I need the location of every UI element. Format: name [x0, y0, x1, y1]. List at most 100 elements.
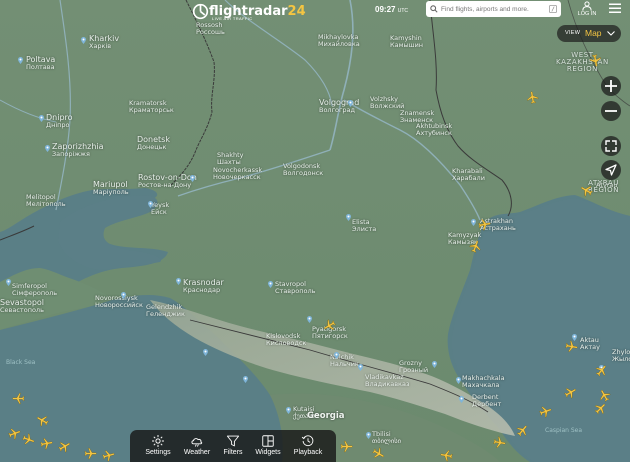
airport-pin-icon[interactable]	[346, 214, 351, 221]
aircraft-icon[interactable]	[8, 427, 21, 440]
city-label: Zaporizhzhia Запоріжжя	[52, 142, 104, 158]
airport-pin-icon[interactable]	[286, 407, 291, 414]
clock-zone: UTC	[397, 8, 408, 14]
airport-pin-icon[interactable]	[45, 145, 50, 152]
airport-pin-icon[interactable]	[268, 281, 273, 288]
aircraft-icon[interactable]	[580, 184, 593, 197]
airport-pin-icon[interactable]	[148, 201, 153, 208]
city-label: Kharabali Харабали	[452, 167, 485, 182]
aircraft-icon[interactable]	[589, 54, 602, 67]
aircraft-icon[interactable]	[323, 319, 336, 332]
aircraft-icon[interactable]	[565, 340, 578, 353]
fullscreen-button[interactable]	[601, 136, 621, 156]
widgets-icon	[262, 435, 274, 447]
aircraft-icon[interactable]	[22, 433, 35, 446]
airport-pin-icon[interactable]	[18, 57, 23, 64]
aircraft-icon[interactable]	[539, 405, 552, 418]
city-label: Volgograd Волгоград	[319, 98, 360, 114]
aircraft-icon[interactable]	[594, 402, 607, 415]
toolbar-label: Settings	[145, 449, 171, 456]
airport-pin-icon[interactable]	[334, 352, 339, 359]
airport-pin-icon[interactable]	[456, 377, 461, 384]
toolbar-label: Weather	[183, 449, 211, 456]
aircraft-icon[interactable]	[598, 389, 611, 402]
hamburger-menu-icon[interactable]	[608, 2, 622, 14]
city-label: Mariupol Маріуполь	[93, 180, 129, 196]
city-label: Shakhty Шахты	[217, 151, 244, 166]
city-label: Vladikavkaz Владикавказ	[365, 373, 410, 388]
country-label: Georgia	[307, 411, 345, 421]
logo-number: 24	[287, 3, 306, 19]
city-label: Volgodonsk Волгодонск	[283, 162, 324, 177]
login-label: LOG IN	[577, 11, 597, 17]
filter-icon	[226, 435, 240, 447]
chevron-down-icon	[607, 31, 615, 36]
airport-pin-icon[interactable]	[81, 37, 86, 44]
airport-pin-icon[interactable]	[6, 279, 11, 286]
search-input[interactable]	[441, 4, 545, 14]
settings-button[interactable]: Settings	[138, 430, 178, 462]
city-label: Tbilisi თბილისი	[372, 430, 401, 445]
aircraft-icon[interactable]	[372, 447, 385, 460]
login-button[interactable]: LOG IN	[576, 0, 598, 20]
aircraft-icon[interactable]	[12, 392, 25, 405]
city-label: Yeysk Ейск	[151, 201, 170, 216]
airport-pin-icon[interactable]	[307, 316, 312, 323]
airport-pin-icon[interactable]	[203, 349, 208, 356]
fullscreen-icon	[605, 140, 617, 152]
city-label: Novocherkassk Новочеркасск	[213, 166, 263, 181]
aircraft-icon[interactable]	[493, 436, 506, 449]
airport-pin-icon[interactable]	[366, 432, 371, 439]
aircraft-icon[interactable]	[340, 440, 353, 453]
aircraft-icon[interactable]	[469, 240, 482, 253]
airport-pin-icon[interactable]	[358, 364, 363, 371]
airport-pin-icon[interactable]	[432, 361, 437, 368]
city-label: Kramatorsk Краматорськ	[129, 99, 174, 114]
playback-icon	[301, 435, 314, 447]
airport-pin-icon[interactable]	[348, 100, 353, 107]
clock-time: 09:27	[375, 5, 396, 14]
airport-pin-icon[interactable]	[176, 278, 181, 285]
city-label: Grozny Грозный	[399, 359, 429, 374]
airport-pin-icon[interactable]	[459, 396, 464, 403]
locate-button[interactable]	[601, 160, 621, 180]
aircraft-icon[interactable]	[526, 91, 539, 104]
sea-label: Caspian Sea	[545, 427, 583, 434]
aircraft-icon[interactable]	[440, 449, 453, 462]
city-label: Melitopol Мелітополь	[26, 193, 66, 208]
aircraft-icon[interactable]	[516, 424, 529, 437]
search-box[interactable]	[426, 1, 561, 17]
airport-pin-icon[interactable]	[39, 115, 44, 122]
aircraft-icon[interactable]	[58, 440, 71, 453]
flightradar-logo[interactable]: flightradar 24 LIVE AIR TRAFFIC	[192, 1, 306, 21]
aircraft-icon[interactable]	[564, 386, 577, 399]
aircraft-icon[interactable]	[36, 414, 49, 427]
radar-icon	[192, 3, 209, 19]
widgets-button[interactable]: Widgets	[248, 430, 288, 462]
filters-button[interactable]: Filters	[213, 430, 253, 462]
toolbar-label: Filters	[223, 449, 243, 456]
top-bar: flightradar 24 LIVE AIR TRAFFIC 09:27 UTC…	[0, 0, 630, 22]
airport-pin-icon[interactable]	[243, 376, 248, 383]
map-canvas[interactable]	[0, 0, 630, 462]
weather-button[interactable]: Weather	[177, 430, 217, 462]
zoom-out-button[interactable]	[601, 101, 621, 121]
city-label: Kislovodsk Кисловодск	[266, 332, 307, 347]
airport-pin-icon[interactable]	[471, 219, 476, 226]
city-label: Kharkiv Харків	[89, 34, 120, 50]
city-label: Rostov-on-Don Ростов-на-Дону	[138, 173, 197, 189]
aircraft-icon[interactable]	[478, 218, 491, 231]
aircraft-icon[interactable]	[40, 437, 53, 450]
aircraft-icon[interactable]	[84, 447, 97, 460]
airport-pin-icon[interactable]	[190, 175, 195, 182]
aircraft-icon[interactable]	[595, 364, 608, 377]
view-selector[interactable]: VIEW Map	[557, 25, 621, 42]
city-label: Poltava Полтава	[26, 55, 56, 71]
city-label: Sevastopol Севастополь	[0, 298, 45, 314]
city-label: Krasnodar Краснодар	[183, 278, 224, 294]
airport-pin-icon[interactable]	[121, 292, 126, 299]
aircraft-icon[interactable]	[102, 449, 115, 462]
city-label: Aktau Актау	[580, 336, 600, 351]
playback-button[interactable]: Playback	[288, 430, 328, 462]
zoom-in-button[interactable]	[601, 76, 621, 96]
